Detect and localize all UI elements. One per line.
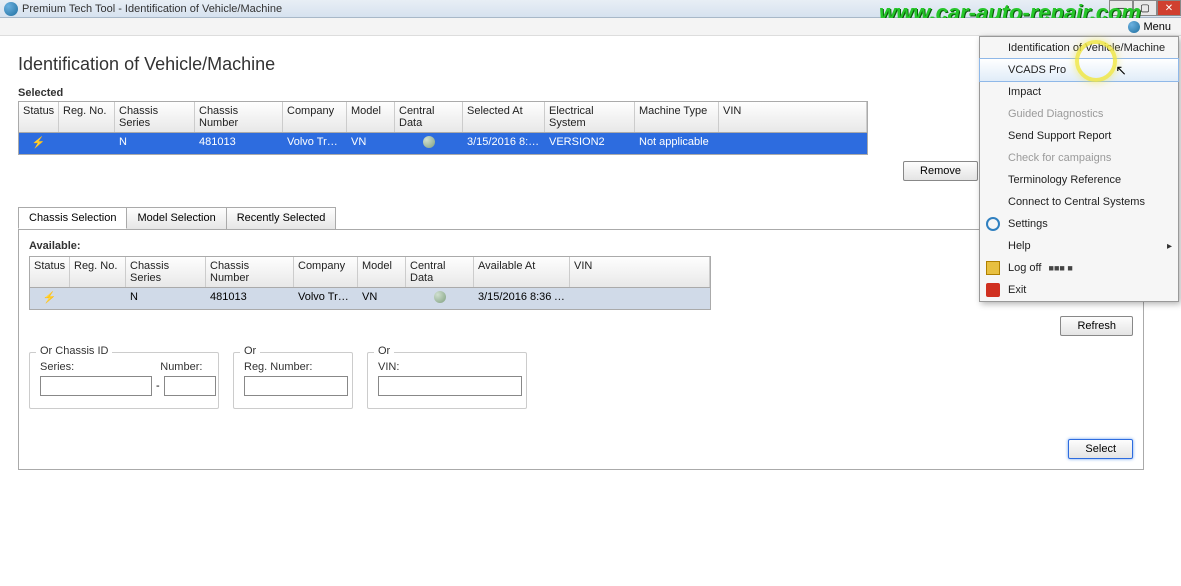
reg-label: Reg. Number:	[244, 361, 342, 373]
series-label: Series:	[40, 361, 74, 373]
cell-model: VN	[347, 133, 395, 154]
reg-title: Or	[240, 345, 260, 357]
acell-availat: 3/15/2016 8:36 AM	[474, 288, 570, 309]
menu-item-connect-central[interactable]: Connect to Central Systems	[980, 191, 1178, 213]
col-electrical[interactable]: Electrical System	[545, 102, 635, 132]
available-row[interactable]: ⚡ N 481013 Volvo Trucks VN 3/15/2016 8:3…	[30, 288, 710, 309]
selected-grid: Status Reg. No. Chassis Series Chassis N…	[18, 101, 868, 155]
titlebar: Premium Tech Tool - Identification of Ve…	[0, 0, 1181, 18]
logoff-user: ■■■ ■	[1049, 263, 1073, 273]
acell-company: Volvo Trucks	[294, 288, 358, 309]
vin-label: VIN:	[378, 361, 516, 373]
menu-label: Menu	[1143, 21, 1171, 33]
submenu-arrow-icon: ▸	[1167, 241, 1172, 252]
acell-vin	[570, 288, 710, 309]
maximize-button[interactable]: ▢	[1133, 0, 1157, 16]
number-input[interactable]	[164, 376, 216, 396]
refresh-button[interactable]: Refresh	[1060, 316, 1133, 336]
globe-icon	[434, 291, 446, 303]
cell-series: N	[115, 133, 195, 154]
col-company[interactable]: Company	[283, 102, 347, 132]
menu-item-logoff[interactable]: Log off ■■■ ■	[980, 257, 1178, 279]
acol-status[interactable]: Status	[30, 257, 70, 287]
col-model[interactable]: Model	[347, 102, 395, 132]
tab-pane: Available: Status Reg. No. Chassis Serie…	[18, 230, 1144, 470]
col-regno[interactable]: Reg. No.	[59, 102, 115, 132]
col-machine[interactable]: Machine Type	[635, 102, 719, 132]
menu-item-send-support-report[interactable]: Send Support Report	[980, 125, 1178, 147]
menu-item-vcads-pro[interactable]: VCADS Pro	[979, 58, 1179, 82]
tab-model-selection[interactable]: Model Selection	[126, 207, 226, 229]
logoff-icon	[986, 261, 1000, 275]
cell-company: Volvo Trucks	[283, 133, 347, 154]
chassis-id-title: Or Chassis ID	[36, 345, 112, 357]
input-groups: Or Chassis ID Series: Number: - Or Reg. …	[29, 352, 1133, 409]
reg-group: Or Reg. Number:	[233, 352, 353, 409]
menu-item-exit[interactable]: Exit	[980, 279, 1178, 301]
number-label: Number:	[160, 361, 202, 373]
acell-regno	[70, 288, 126, 309]
minimize-button[interactable]: —	[1109, 0, 1133, 16]
acol-central[interactable]: Central Data	[406, 257, 474, 287]
select-button[interactable]: Select	[1068, 439, 1133, 459]
cell-regno	[59, 133, 115, 154]
dash: -	[156, 380, 160, 392]
menu-button[interactable]: Menu	[1124, 20, 1175, 34]
menu-icon	[1128, 21, 1140, 33]
acol-regno[interactable]: Reg. No.	[70, 257, 126, 287]
acell-model: VN	[358, 288, 406, 309]
acell-series: N	[126, 288, 206, 309]
col-selectedat[interactable]: Selected At	[463, 102, 545, 132]
acol-vin[interactable]: VIN	[570, 257, 710, 287]
tab-chassis-selection[interactable]: Chassis Selection	[18, 207, 127, 229]
vin-input[interactable]	[378, 376, 522, 396]
app-icon	[4, 2, 18, 16]
close-button[interactable]: ✕	[1157, 0, 1181, 16]
col-central[interactable]: Central Data	[395, 102, 463, 132]
tab-recently-selected[interactable]: Recently Selected	[226, 207, 337, 229]
series-input[interactable]	[40, 376, 152, 396]
cell-vin	[719, 133, 867, 154]
cell-electrical: VERSION2	[545, 133, 635, 154]
col-series[interactable]: Chassis Series	[115, 102, 195, 132]
menu-item-impact[interactable]: Impact	[980, 81, 1178, 103]
col-vin[interactable]: VIN	[719, 102, 867, 132]
chassis-id-group: Or Chassis ID Series: Number: -	[29, 352, 219, 409]
acol-company[interactable]: Company	[294, 257, 358, 287]
menu-item-identification[interactable]: Identification of Vehicle/Machine	[980, 37, 1178, 59]
col-number[interactable]: Chassis Number	[195, 102, 283, 132]
remove-button[interactable]: Remove	[903, 161, 978, 181]
lightning-icon: ⚡	[32, 136, 46, 149]
acol-series[interactable]: Chassis Series	[126, 257, 206, 287]
acell-number: 481013	[206, 288, 294, 309]
col-status[interactable]: Status	[19, 102, 59, 132]
globe-icon	[423, 136, 435, 148]
menubar: Menu	[0, 18, 1181, 36]
menu-item-guided-diagnostics: Guided Diagnostics	[980, 103, 1178, 125]
available-label: Available:	[29, 240, 1133, 252]
cell-selectedat: 3/15/2016 8:36 ...	[463, 133, 545, 154]
available-grid-header: Status Reg. No. Chassis Series Chassis N…	[30, 257, 710, 288]
acol-number[interactable]: Chassis Number	[206, 257, 294, 287]
window-buttons: — ▢ ✕	[1109, 0, 1181, 16]
cell-machine: Not applicable	[635, 133, 719, 154]
vin-title: Or	[374, 345, 394, 357]
settings-icon	[986, 217, 1000, 231]
reg-input[interactable]	[244, 376, 348, 396]
vin-group: Or VIN:	[367, 352, 527, 409]
acol-model[interactable]: Model	[358, 257, 406, 287]
menu-item-check-campaigns: Check for campaigns	[980, 147, 1178, 169]
menu-item-terminology[interactable]: Terminology Reference	[980, 169, 1178, 191]
available-grid: Status Reg. No. Chassis Series Chassis N…	[29, 256, 711, 310]
exit-icon	[986, 283, 1000, 297]
cell-number: 481013	[195, 133, 283, 154]
window-title: Premium Tech Tool - Identification of Ve…	[22, 3, 282, 15]
menu-item-settings[interactable]: Settings	[980, 213, 1178, 235]
selected-grid-header: Status Reg. No. Chassis Series Chassis N…	[19, 102, 867, 133]
menu-item-help[interactable]: Help ▸	[980, 235, 1178, 257]
lightning-icon: ⚡	[43, 291, 57, 304]
menu-popup: Identification of Vehicle/Machine VCADS …	[979, 36, 1179, 302]
selected-row[interactable]: ⚡ N 481013 Volvo Trucks VN 3/15/2016 8:3…	[19, 133, 867, 154]
acol-availat[interactable]: Available At	[474, 257, 570, 287]
